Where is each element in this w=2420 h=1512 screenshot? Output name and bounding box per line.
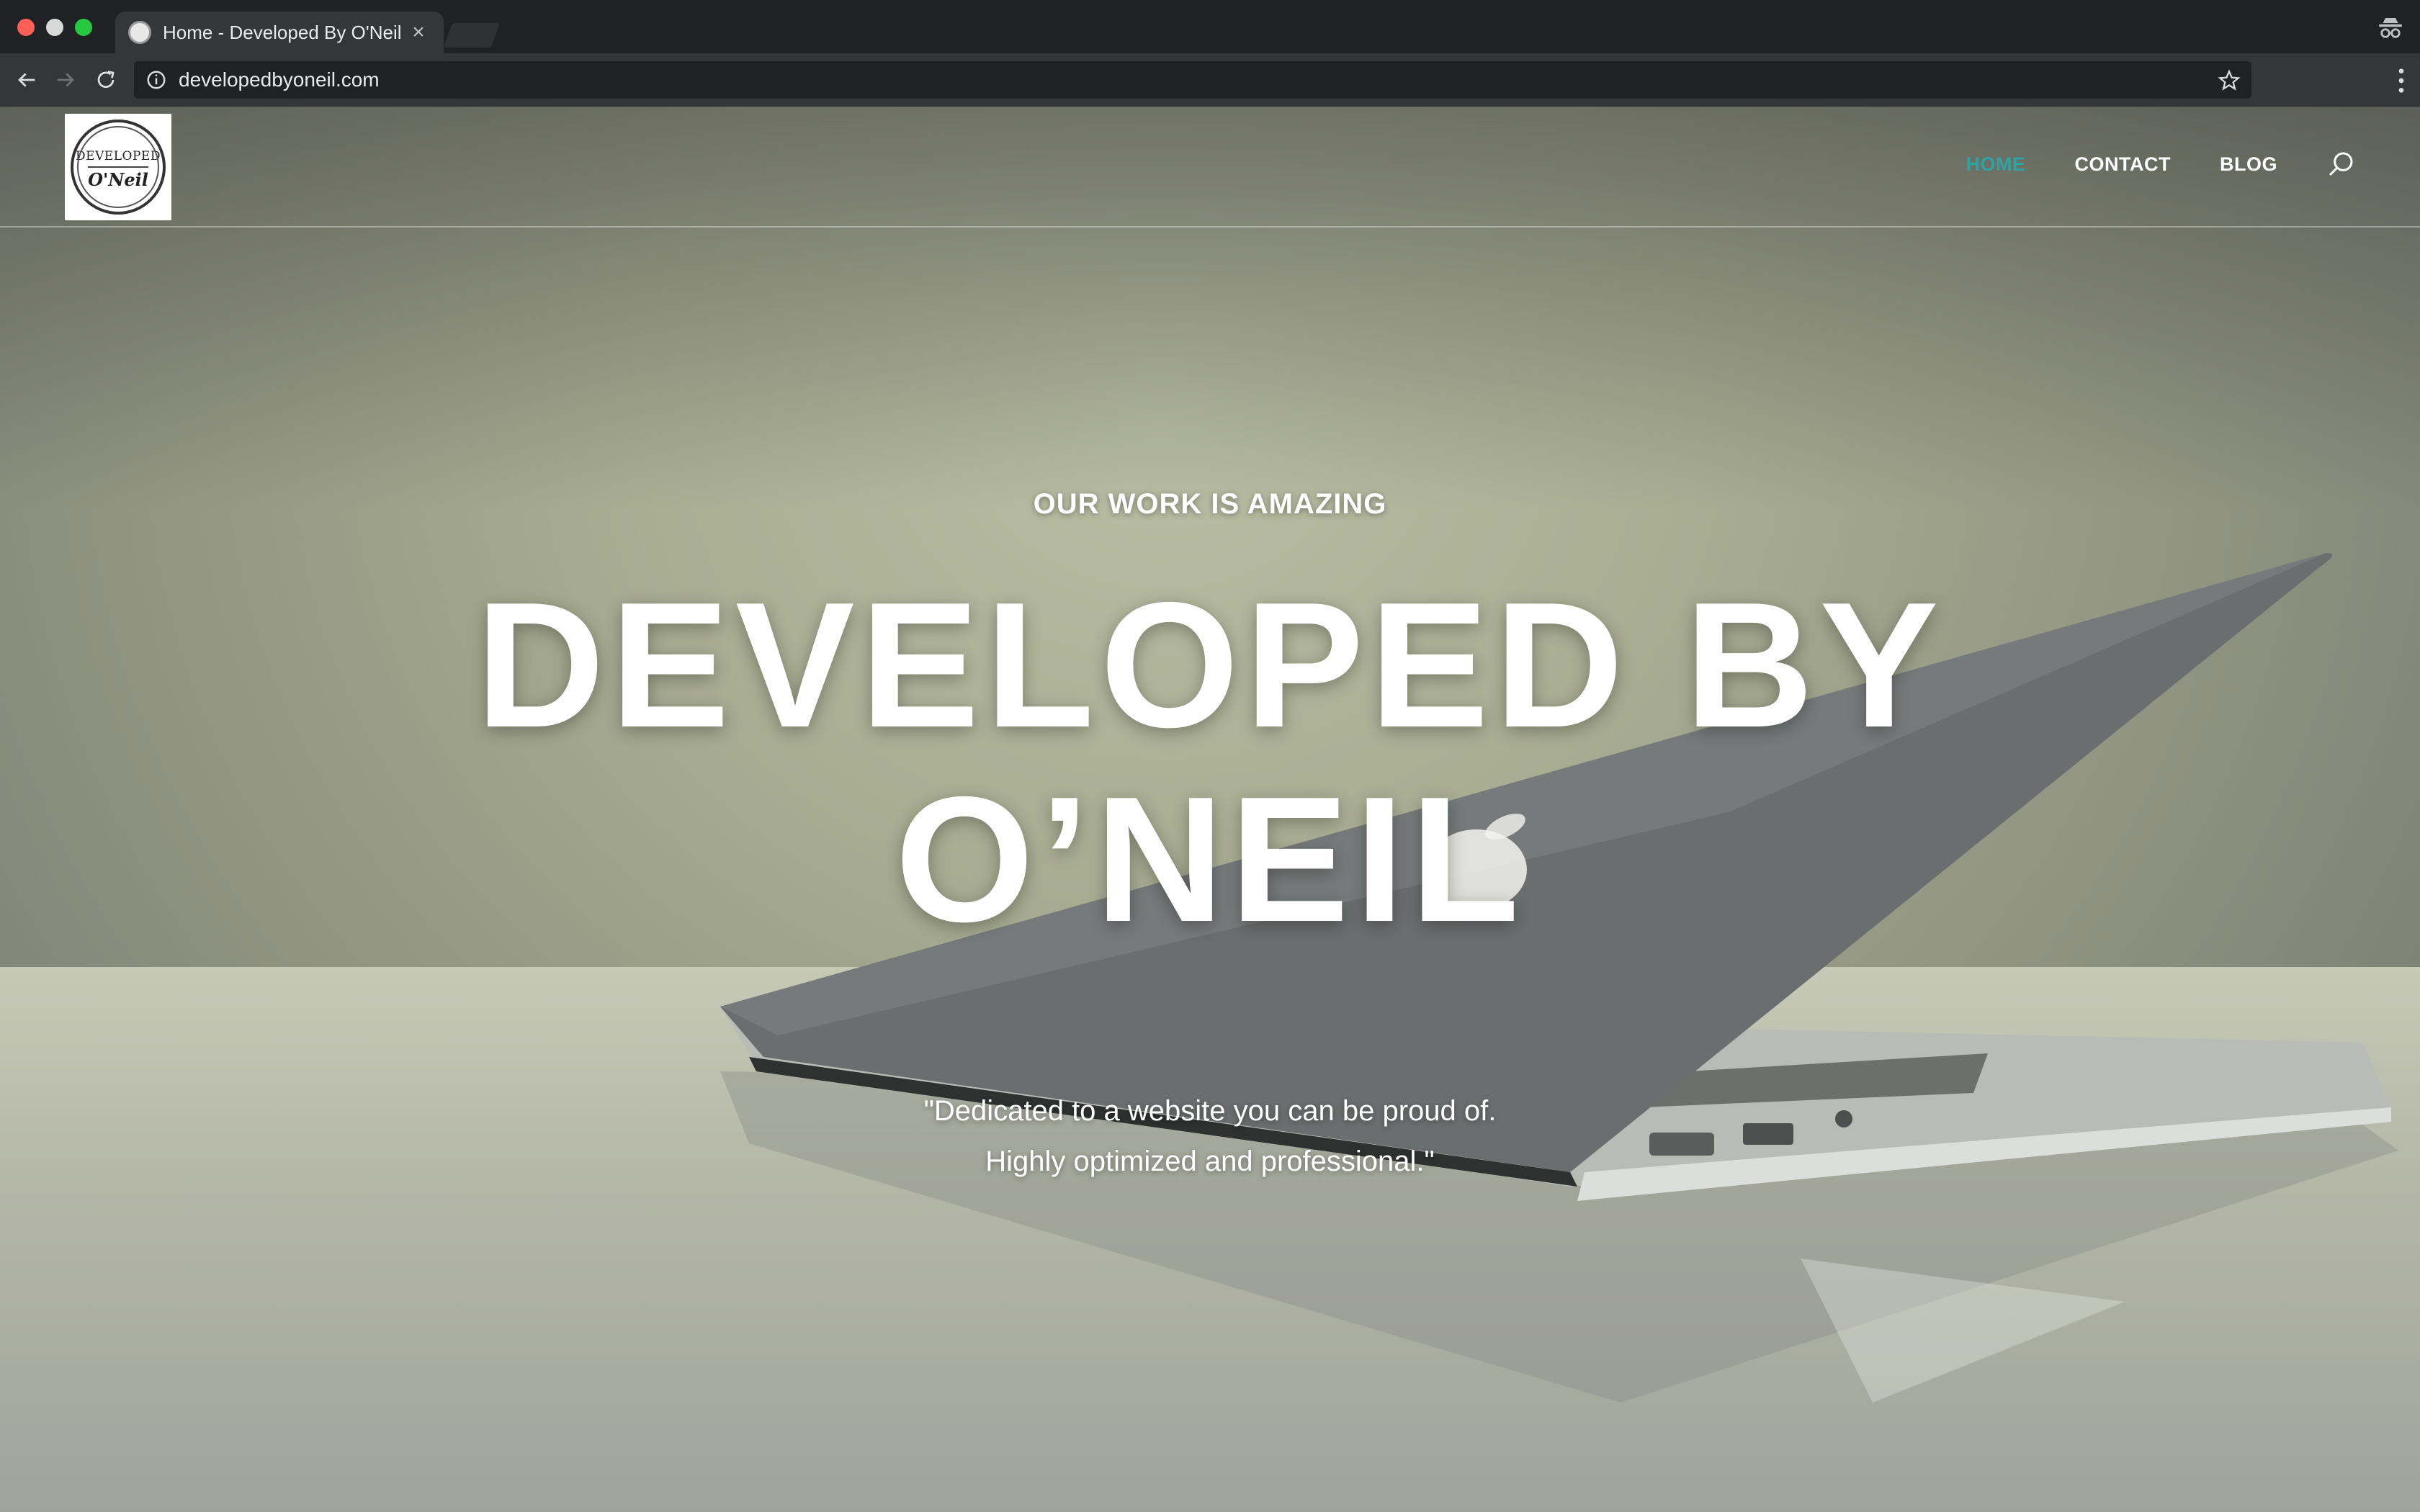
menu-icon[interactable]	[2394, 66, 2408, 95]
site-header: DEVELOPED O'Neil HOME CONTACT BLOG	[0, 107, 2420, 228]
logo-top-text: DEVELOPED	[76, 148, 161, 163]
browser-titlebar: Home - Developed By O'Neil ×	[0, 0, 2420, 53]
web-page: DEVELOPED O'Neil HOME CONTACT BLOG OUR W…	[0, 107, 2420, 1512]
address-bar[interactable]	[134, 61, 2251, 99]
back-icon	[18, 73, 35, 87]
hero-title-line-2: O’NEIL	[895, 759, 1525, 959]
nav-blog[interactable]: BLOG	[2220, 153, 2277, 176]
maximize-window-button[interactable]	[75, 19, 92, 36]
search-icon[interactable]	[2326, 150, 2355, 179]
hero-title-line-1: DEVELOPED BY	[475, 564, 1945, 765]
back-button[interactable]	[12, 65, 42, 95]
site-logo[interactable]: DEVELOPED O'Neil	[65, 114, 171, 220]
logo-bottom-text: O'Neil	[88, 166, 148, 190]
minimize-window-button[interactable]	[46, 19, 63, 36]
browser-toolbar	[0, 53, 2420, 107]
url-input[interactable]	[177, 68, 2122, 92]
browser-tab[interactable]: Home - Developed By O'Neil ×	[115, 12, 444, 53]
hero-quote: "Dedicated to a website you can be proud…	[0, 1086, 2420, 1187]
forward-icon	[57, 73, 74, 87]
tab-title: Home - Developed By O'Neil	[163, 21, 402, 43]
reload-button[interactable]	[91, 65, 121, 95]
new-tab-button[interactable]	[443, 23, 501, 48]
nav-home[interactable]: HOME	[1966, 153, 2026, 176]
incognito-icon[interactable]	[2375, 13, 2406, 43]
reload-icon	[97, 71, 115, 89]
hero-title: DEVELOPED BY O’NEIL	[0, 567, 2420, 956]
hero-quote-line-1: "Dedicated to a website you can be proud…	[923, 1095, 1497, 1127]
nav-contact[interactable]: CONTACT	[2075, 153, 2171, 176]
star-icon[interactable]	[2217, 68, 2241, 93]
favicon-icon	[128, 21, 151, 44]
forward-button[interactable]	[50, 65, 81, 95]
close-window-button[interactable]	[17, 19, 35, 36]
hero-quote-line-2: Highly optimized and professional."	[985, 1146, 1435, 1177]
hero-eyebrow: OUR WORK IS AMAZING	[1033, 488, 1387, 520]
main-nav: HOME CONTACT BLOG	[1917, 150, 2355, 179]
tab-close-icon[interactable]: ×	[408, 20, 429, 45]
logo-emblem: DEVELOPED O'Neil	[71, 120, 166, 215]
info-icon[interactable]	[145, 69, 167, 91]
